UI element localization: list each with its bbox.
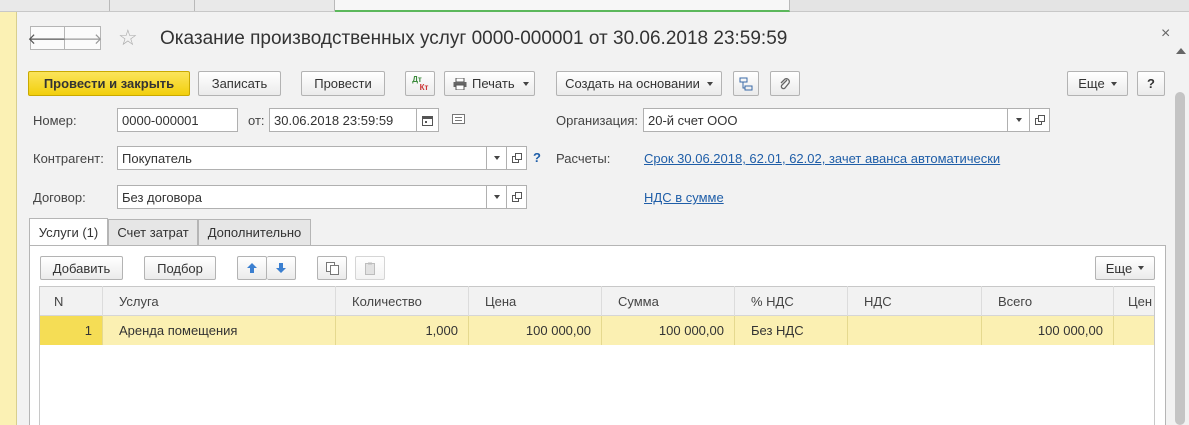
counterparty-field[interactable]: Покупатель [117,146,487,170]
column-header-vat[interactable]: НДС [848,286,982,316]
table-more-label: Еще [1105,260,1133,276]
tab-services[interactable]: Услуги (1) [29,218,108,246]
copy-icon [325,261,339,275]
vat-link[interactable]: НДС в сумме [644,190,724,205]
paste-icon [364,262,375,275]
date-label: от: [248,113,265,128]
chevron-down-icon [1138,266,1145,270]
add-button[interactable]: Добавить [40,256,123,280]
calendar-icon [422,115,433,126]
table-more-button[interactable]: Еще [1095,256,1155,280]
settlements-label: Расчеты: [556,151,611,166]
save-button[interactable]: Записать [198,71,281,96]
arrow-down-icon [276,263,286,273]
post-and-close-button[interactable]: Провести и закрыть [28,71,190,96]
back-button[interactable]: 🡐 [27,26,68,50]
attach-button[interactable] [770,71,800,96]
chevron-down-icon [1015,118,1022,122]
move-up-button[interactable] [237,256,267,280]
chevron-down-icon [522,81,529,86]
move-down-button[interactable] [267,256,296,280]
kt-icon: Кт [419,82,429,92]
chevron-down-icon [493,156,500,160]
organization-dropdown[interactable] [1008,108,1030,132]
left-panel-rail [0,12,17,425]
favorite-star-icon[interactable]: ☆ [118,25,138,51]
cell-n[interactable]: 1 [40,316,103,345]
window-tab[interactable] [0,0,110,11]
column-header-sum[interactable]: Сумма [602,286,735,316]
chevron-down-icon [1110,81,1117,86]
structure-icon [739,77,753,90]
chevron-down-icon [493,195,500,199]
create-based-on-button[interactable]: Создать на основании [556,71,722,96]
dt-kt-button[interactable]: Дт Кт [405,71,435,96]
column-header-n[interactable]: N [40,286,103,316]
contract-open-button[interactable] [507,185,527,209]
column-header-price[interactable]: Цена [469,286,602,316]
structure-button[interactable] [733,71,759,96]
cell-vat[interactable] [848,316,982,345]
column-header-service[interactable]: Услуга [103,286,336,316]
forward-arrow-icon: 🡒 [62,30,103,48]
open-icon [1034,115,1045,125]
counterparty-open-button[interactable] [507,146,527,170]
column-header-vat-rate[interactable]: % НДС [735,286,848,316]
settlements-link[interactable]: Срок 30.06.2018, 62.01, 62.02, зачет ава… [644,151,1000,166]
forward-button[interactable]: 🡒 [62,26,103,50]
number-label: Номер: [33,113,77,128]
cell-sum[interactable]: 100 000,00 [602,316,735,345]
printer-icon [453,77,467,90]
more-button[interactable]: Еще [1067,71,1128,96]
cell-extra[interactable] [1114,316,1154,345]
date-field[interactable]: 30.06.2018 23:59:59 [269,108,417,132]
post-button[interactable]: Провести [301,71,385,96]
cell-service[interactable]: Аренда помещения [103,316,336,345]
counterparty-label: Контрагент: [33,151,104,166]
organization-field[interactable]: 20-й счет ООО [643,108,1008,132]
contract-label: Договор: [33,190,86,205]
paste-button[interactable] [355,256,385,280]
open-icon [511,192,522,202]
tab-cost-account[interactable]: Счет затрат [108,219,198,245]
contract-dropdown[interactable] [487,185,507,209]
print-button[interactable]: Печать [444,71,535,96]
paperclip-icon [780,77,790,89]
close-icon[interactable]: × [1161,25,1170,43]
tab-additional[interactable]: Дополнительно [198,219,311,245]
organization-label: Организация: [556,113,639,128]
print-label: Печать [472,76,515,91]
copy-button[interactable] [317,256,347,280]
pick-button[interactable]: Подбор [144,256,216,280]
scrollbar-thumb[interactable] [1175,92,1185,425]
column-header-extra[interactable]: Цен [1114,286,1154,316]
chevron-down-icon [706,81,713,86]
arrow-up-icon [247,263,257,273]
more-label: Еще [1078,76,1105,91]
cell-price[interactable]: 100 000,00 [469,316,602,345]
scroll-up-icon[interactable] [1176,48,1186,54]
contract-field[interactable]: Без договора [117,185,487,209]
column-header-quantity[interactable]: Количество [336,286,469,316]
calendar-button[interactable] [417,108,439,132]
column-header-total[interactable]: Всего [982,286,1114,316]
cell-quantity[interactable]: 1,000 [336,316,469,345]
create-based-on-label: Создать на основании [565,76,700,91]
counterparty-help-icon[interactable]: ? [533,150,541,165]
document-title: Оказание производственных услуг 0000-000… [160,28,788,49]
counterparty-dropdown[interactable] [487,146,507,170]
comment-icon[interactable] [452,114,465,128]
open-icon [511,153,522,163]
number-field[interactable]: 0000-000001 [117,108,238,132]
cell-total[interactable]: 100 000,00 [982,316,1114,345]
window-tab[interactable] [110,0,195,11]
window-tab-active[interactable] [335,0,790,12]
cell-vat-rate[interactable]: Без НДС [735,316,848,345]
window-tab[interactable] [195,0,335,11]
help-button[interactable]: ? [1137,71,1165,96]
organization-open-button[interactable] [1030,108,1050,132]
